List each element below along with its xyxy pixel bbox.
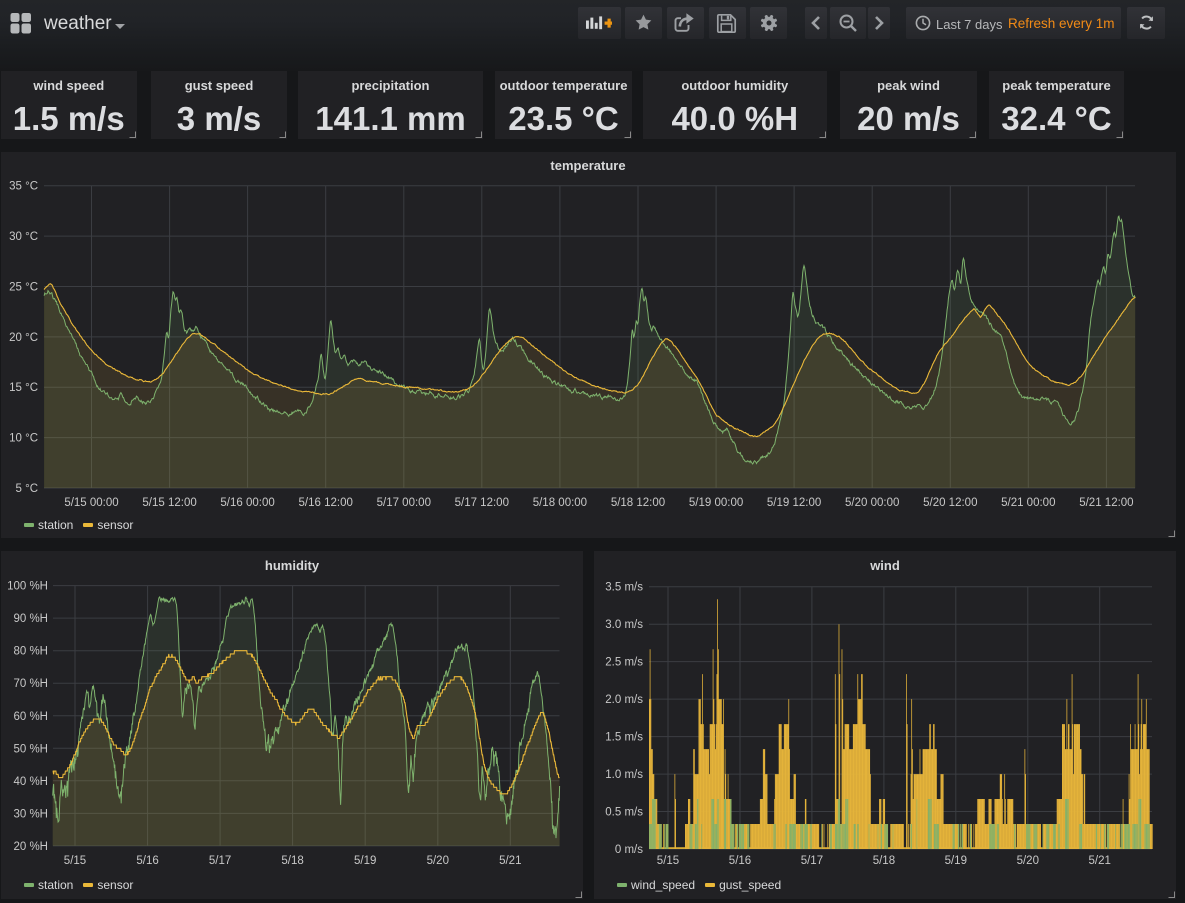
svg-text:3.0 m/s: 3.0 m/s [605,619,643,631]
svg-text:5/19 00:00: 5/19 00:00 [689,497,743,509]
svg-text:5/16 12:00: 5/16 12:00 [299,497,353,509]
svg-text:30 %H: 30 %H [13,808,48,820]
svg-text:wind: wind [869,558,900,573]
svg-text:5/16: 5/16 [729,855,751,867]
svg-text:25 °C: 25 °C [9,282,38,294]
svg-text:temperature: temperature [550,158,625,173]
svg-text:100 %H: 100 %H [7,581,48,593]
svg-text:5/17: 5/17 [801,855,823,867]
svg-text:5/18: 5/18 [281,855,303,867]
svg-text:5/15 12:00: 5/15 12:00 [142,497,196,509]
svg-text:1.5 m/s: 1.5 m/s [605,732,643,744]
svg-text:0.5 m/s: 0.5 m/s [605,807,643,819]
svg-text:20 %H: 20 %H [13,841,48,853]
svg-text:1.0 m/s: 1.0 m/s [605,769,643,781]
svg-text:50 %H: 50 %H [13,743,48,755]
svg-text:5/17: 5/17 [209,855,231,867]
svg-text:5/15 00:00: 5/15 00:00 [64,497,118,509]
svg-text:5/19: 5/19 [945,855,967,867]
svg-text:0 m/s: 0 m/s [615,844,643,856]
svg-text:5/21: 5/21 [1089,855,1111,867]
svg-text:80 %H: 80 %H [13,646,48,658]
svg-text:40 %H: 40 %H [13,776,48,788]
svg-text:90 %H: 90 %H [13,613,48,625]
svg-text:10 °C: 10 °C [9,433,38,445]
svg-text:35 °C: 35 °C [9,181,38,193]
svg-text:5/21 00:00: 5/21 00:00 [1001,497,1055,509]
svg-text:5/21 12:00: 5/21 12:00 [1079,497,1133,509]
svg-text:60 %H: 60 %H [13,711,48,723]
svg-text:20 °C: 20 °C [9,332,38,344]
svg-text:5/16: 5/16 [136,855,158,867]
svg-text:3.5 m/s: 3.5 m/s [605,582,643,594]
svg-text:5/21: 5/21 [499,855,521,867]
svg-text:30 °C: 30 °C [9,231,38,243]
svg-text:5/15: 5/15 [64,855,86,867]
svg-text:5/19 12:00: 5/19 12:00 [767,497,821,509]
svg-text:2.5 m/s: 2.5 m/s [605,657,643,669]
svg-text:5/18: 5/18 [873,855,895,867]
svg-text:70 %H: 70 %H [13,678,48,690]
svg-text:5/17 00:00: 5/17 00:00 [377,497,431,509]
svg-text:5 °C: 5 °C [16,483,39,495]
svg-text:5/18 12:00: 5/18 12:00 [611,497,665,509]
svg-text:5/18 00:00: 5/18 00:00 [533,497,587,509]
svg-text:5/20: 5/20 [427,855,449,867]
svg-text:5/17 12:00: 5/17 12:00 [455,497,509,509]
svg-text:5/19: 5/19 [354,855,376,867]
svg-text:5/16 00:00: 5/16 00:00 [220,497,274,509]
svg-text:2.0 m/s: 2.0 m/s [605,694,643,706]
svg-text:5/20 00:00: 5/20 00:00 [845,497,899,509]
svg-text:5/20: 5/20 [1017,855,1039,867]
svg-text:5/15: 5/15 [657,855,679,867]
svg-text:5/20 12:00: 5/20 12:00 [923,497,977,509]
svg-text:15 °C: 15 °C [9,382,38,394]
svg-text:humidity: humidity [265,558,320,573]
